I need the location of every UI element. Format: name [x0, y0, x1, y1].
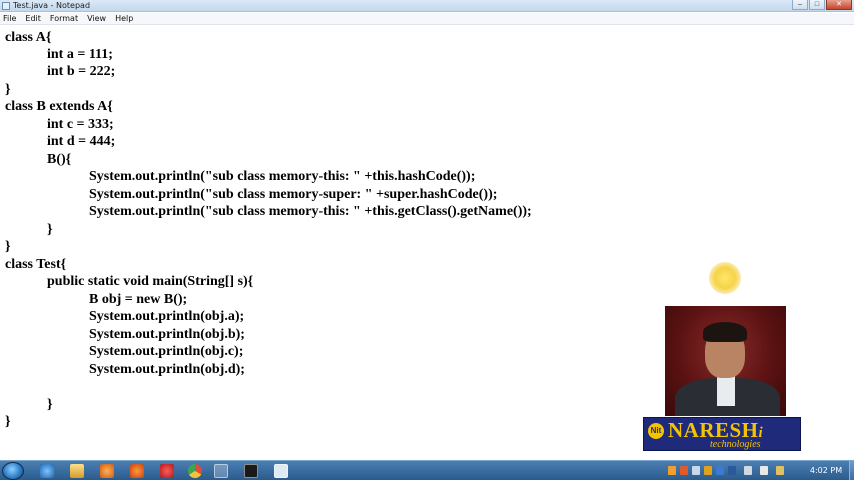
- tray-icon-6[interactable]: [728, 466, 736, 475]
- minimize-button[interactable]: –: [792, 0, 808, 10]
- code-line: System.out.println("sub class memory-thi…: [5, 169, 476, 184]
- code-line: int c = 333;: [5, 117, 114, 132]
- menu-help[interactable]: Help: [115, 13, 133, 25]
- menu-bar: File Edit Format View Help: [0, 13, 854, 25]
- logo-tagline: technologies: [710, 439, 761, 450]
- chrome-icon[interactable]: [188, 464, 202, 478]
- title-bar: Test.java - Notepad – □ ✕: [0, 0, 854, 12]
- notepad-icon[interactable]: [274, 464, 288, 478]
- notepad-app-icon[interactable]: [2, 2, 10, 10]
- code-line: System.out.println(obj.b);: [5, 327, 245, 342]
- code-line: }: [5, 82, 11, 97]
- tray-icon-4[interactable]: [704, 466, 712, 475]
- volume-icon[interactable]: [760, 466, 768, 475]
- cursor-highlight-icon: [709, 262, 741, 294]
- code-line: System.out.println(obj.c);: [5, 344, 244, 359]
- code-line: System.out.println("sub class memory-thi…: [5, 204, 532, 219]
- opera-icon[interactable]: [160, 464, 174, 478]
- naresh-technologies-logo: Nit NARESHi technologies: [643, 417, 801, 451]
- menu-view[interactable]: View: [87, 13, 106, 25]
- close-button[interactable]: ✕: [826, 0, 852, 10]
- code-line: int a = 111;: [5, 47, 113, 62]
- code-line: }: [5, 222, 53, 237]
- code-line: System.out.println(obj.d);: [5, 362, 245, 377]
- media-player-icon[interactable]: [100, 464, 114, 478]
- taskbar-clock[interactable]: 4:02 PM: [804, 461, 848, 480]
- show-desktop-button[interactable]: [849, 461, 854, 480]
- logo-mark-icon: Nit: [648, 423, 664, 439]
- code-line: int b = 222;: [5, 64, 116, 79]
- flag-icon[interactable]: [776, 466, 784, 475]
- window-controls: – □ ✕: [791, 0, 852, 11]
- explorer-icon[interactable]: [70, 464, 84, 478]
- code-line: int d = 444;: [5, 134, 116, 149]
- ie-icon[interactable]: [40, 464, 54, 478]
- menu-file[interactable]: File: [3, 13, 16, 25]
- firefox-icon[interactable]: [130, 464, 144, 478]
- menu-format[interactable]: Format: [50, 13, 78, 25]
- presenter-collar: [717, 376, 735, 406]
- start-orb-icon[interactable]: [2, 462, 24, 480]
- presenter-hair: [703, 322, 747, 342]
- menu-edit[interactable]: Edit: [25, 13, 41, 25]
- code-line: }: [5, 239, 11, 254]
- network-icon[interactable]: [744, 466, 752, 475]
- code-line: B(){: [5, 152, 72, 167]
- code-line: System.out.println(obj.a);: [5, 309, 245, 324]
- window-icon[interactable]: [214, 464, 228, 478]
- taskbar: 4:02 PM: [0, 460, 854, 480]
- code-line: class B extends A{: [5, 99, 113, 114]
- tray-icon-1[interactable]: [668, 466, 676, 475]
- code-line: }: [5, 414, 11, 429]
- presenter-webcam-video: [665, 306, 786, 416]
- tray-icon-2[interactable]: [680, 466, 688, 475]
- code-line: B obj = new B();: [5, 292, 188, 307]
- code-line: System.out.println("sub class memory-sup…: [5, 187, 498, 202]
- window-title: Test.java - Notepad: [13, 1, 91, 10]
- code-line: class A{: [5, 30, 52, 45]
- tray-icon-5[interactable]: [716, 466, 724, 475]
- code-line: public static void main(String[] s){: [5, 274, 254, 289]
- tray-icon-3[interactable]: [692, 466, 700, 475]
- maximize-button[interactable]: □: [809, 0, 825, 10]
- code-line: }: [5, 397, 53, 412]
- code-line: class Test{: [5, 257, 67, 272]
- cmd-icon[interactable]: [244, 464, 258, 478]
